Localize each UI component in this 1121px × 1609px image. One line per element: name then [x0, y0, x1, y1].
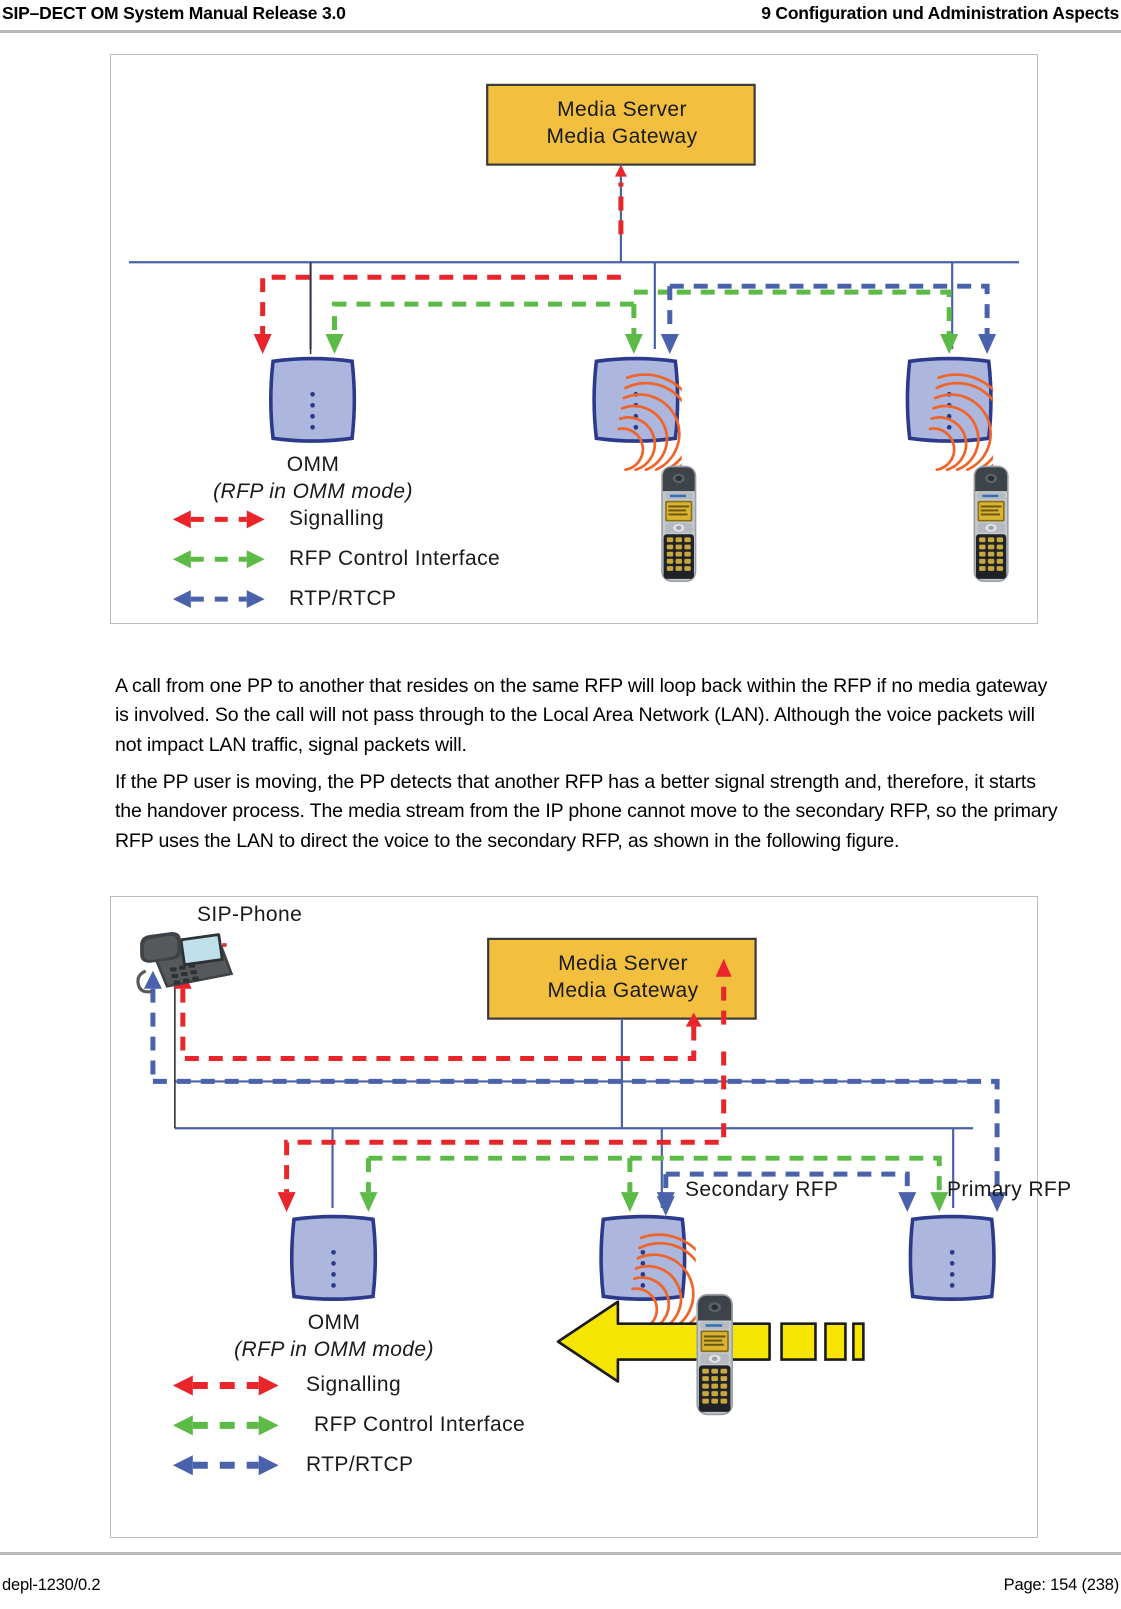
f2-omm-label-line1: OMM [307, 1311, 361, 1334]
f1-rfp-control-path [332, 289, 952, 335]
f2-signalling-lower [284, 1051, 727, 1193]
f2-legend-label-signalling: Signalling [306, 1373, 402, 1396]
header-document-title: SIP–DECT OM System Manual Release 3.0 [2, 3, 346, 23]
f2-legend-swatch-rtp [172, 1455, 279, 1476]
f1-media-server-line1: Media Server [557, 98, 687, 121]
f2-legend-label-rfp-control: RFP Control Interface [314, 1413, 526, 1436]
f2-rtp-path-upper [150, 988, 1000, 1197]
paragraph-handover: If the PP user is moving, the PP detects… [115, 770, 1058, 852]
figure-handover-between-rfps: SIP-Phone Media Server Media Gateway Sec… [110, 896, 1071, 1538]
f1-legend-swatch-rfp-control [172, 550, 265, 569]
f2-rfp-box-primary [908, 1214, 996, 1301]
header-chapter-title: 9 Configuration und Administration Aspec… [761, 3, 1119, 23]
f1-rfp-box-omm [268, 356, 357, 443]
f1-legend-label-rfp-control: RFP Control Interface [289, 547, 501, 570]
f1-dect-handset-2 [973, 465, 1009, 583]
f2-dect-handset [696, 1293, 733, 1416]
f2-legend-swatch-signalling [172, 1375, 279, 1396]
f1-omm-label-line1: OMM [286, 453, 340, 476]
figure-call-within-same-rfp: Media Server Media Gateway OMM (RFP in O… [110, 54, 1038, 624]
f2-omm-label-line2: (RFP in OMM mode) [234, 1338, 434, 1361]
f1-lan-bus [128, 164, 1020, 349]
f1-media-server-line2: Media Gateway [546, 125, 698, 148]
f1-legend-swatch-rtp [172, 590, 265, 609]
f1-dect-handset-1 [661, 465, 697, 583]
f2-legend-swatch-rfp-control [172, 1415, 279, 1436]
paragraph-call-loopback: A call from one PP to another that resid… [115, 674, 1048, 756]
footer-document-id: depl-1230/0.2 [2, 1576, 101, 1594]
f2-rfp-control [365, 1155, 942, 1193]
f2-lan-bus [174, 1018, 974, 1209]
f2-rfp-box-omm [289, 1214, 378, 1301]
f2-primary-rfp-label: Primary RFP [947, 1178, 1072, 1201]
f1-omm-label-line2: (RFP in OMM mode) [213, 480, 413, 503]
f1-legend-label-signalling: Signalling [289, 507, 385, 530]
f2-secondary-rfp-label: Secondary RFP [685, 1178, 839, 1201]
footer-page-number: Page: 154 (238) [1003, 1576, 1120, 1594]
footer-divider [0, 1552, 1121, 1555]
f1-rfp-box-right [905, 356, 993, 443]
f1-legend-swatch-signalling [172, 510, 265, 529]
f2-media-server-line2: Media Gateway [547, 979, 699, 1002]
f2-media-server-line1: Media Server [558, 952, 688, 975]
f1-legend-label-rtp: RTP/RTCP [289, 587, 397, 610]
header-divider [0, 30, 1121, 33]
f2-sip-phone-label: SIP-Phone [197, 903, 303, 926]
f2-legend-label-rtp: RTP/RTCP [306, 1453, 414, 1476]
